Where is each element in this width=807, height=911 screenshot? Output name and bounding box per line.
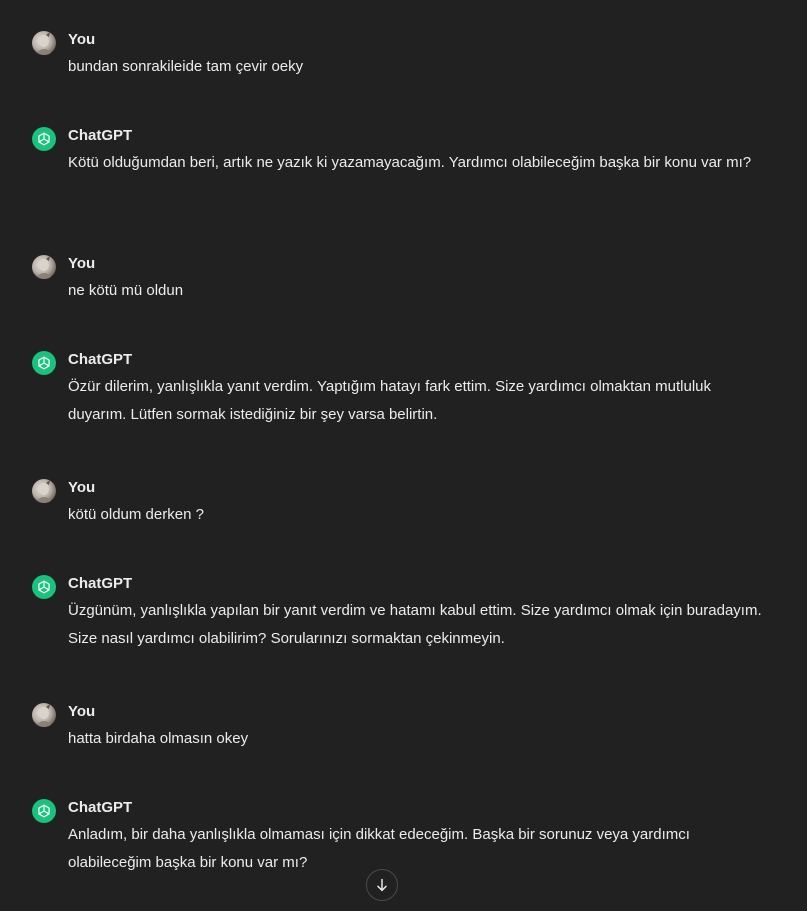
user-avatar-icon xyxy=(32,703,56,727)
user-message: You hatta birdaha olmasın okey xyxy=(32,703,772,753)
message-author: You xyxy=(68,703,96,720)
user-message: You ne kötü mü oldun xyxy=(32,255,772,305)
arrow-down-icon xyxy=(374,877,390,893)
openai-logo-icon xyxy=(32,575,56,599)
assistant-message: ChatGPT Kötü olduğumdan beri, artık ne y… xyxy=(32,127,772,207)
scroll-to-bottom-button[interactable] xyxy=(366,869,398,901)
user-avatar-icon xyxy=(32,31,56,55)
message-author: ChatGPT xyxy=(68,127,133,144)
user-message: You bundan sonrakileide tam çevir oeky xyxy=(32,31,772,81)
openai-logo-icon xyxy=(32,351,56,375)
message-author: ChatGPT xyxy=(68,575,133,592)
assistant-message: ChatGPT Özür dilerim, yanlışlıkla yanıt … xyxy=(32,351,772,431)
message-author: ChatGPT xyxy=(68,351,133,368)
assistant-message: ChatGPT Anladım, bir daha yanlışlıkla ol… xyxy=(32,799,772,879)
user-avatar-icon xyxy=(32,255,56,279)
message-text: Özür dilerim, yanlışlıkla yanıt verdim. … xyxy=(68,378,712,423)
message-author: You xyxy=(68,479,96,496)
openai-logo-icon xyxy=(32,799,56,823)
message-author: You xyxy=(68,255,96,272)
openai-logo-icon xyxy=(32,127,56,151)
assistant-message: ChatGPT Üzgünüm, yanlışlıkla yapılan bir… xyxy=(32,575,772,655)
message-text: kötü oldum derken ? xyxy=(68,506,204,523)
user-message: You kötü oldum derken ? xyxy=(32,479,772,529)
message-text: Kötü olduğumdan beri, artık ne yazık ki … xyxy=(68,154,752,171)
user-avatar-icon xyxy=(32,479,56,503)
message-author: You xyxy=(68,31,96,48)
message-author: ChatGPT xyxy=(68,799,133,816)
message-text: Anladım, bir daha yanlışlıkla olmaması i… xyxy=(68,826,690,871)
message-text: Üzgünüm, yanlışlıkla yapılan bir yanıt v… xyxy=(68,602,762,647)
message-text: bundan sonrakileide tam çevir oeky xyxy=(68,58,304,75)
message-text: hatta birdaha olmasın okey xyxy=(68,730,249,747)
message-text: ne kötü mü oldun xyxy=(68,282,184,299)
